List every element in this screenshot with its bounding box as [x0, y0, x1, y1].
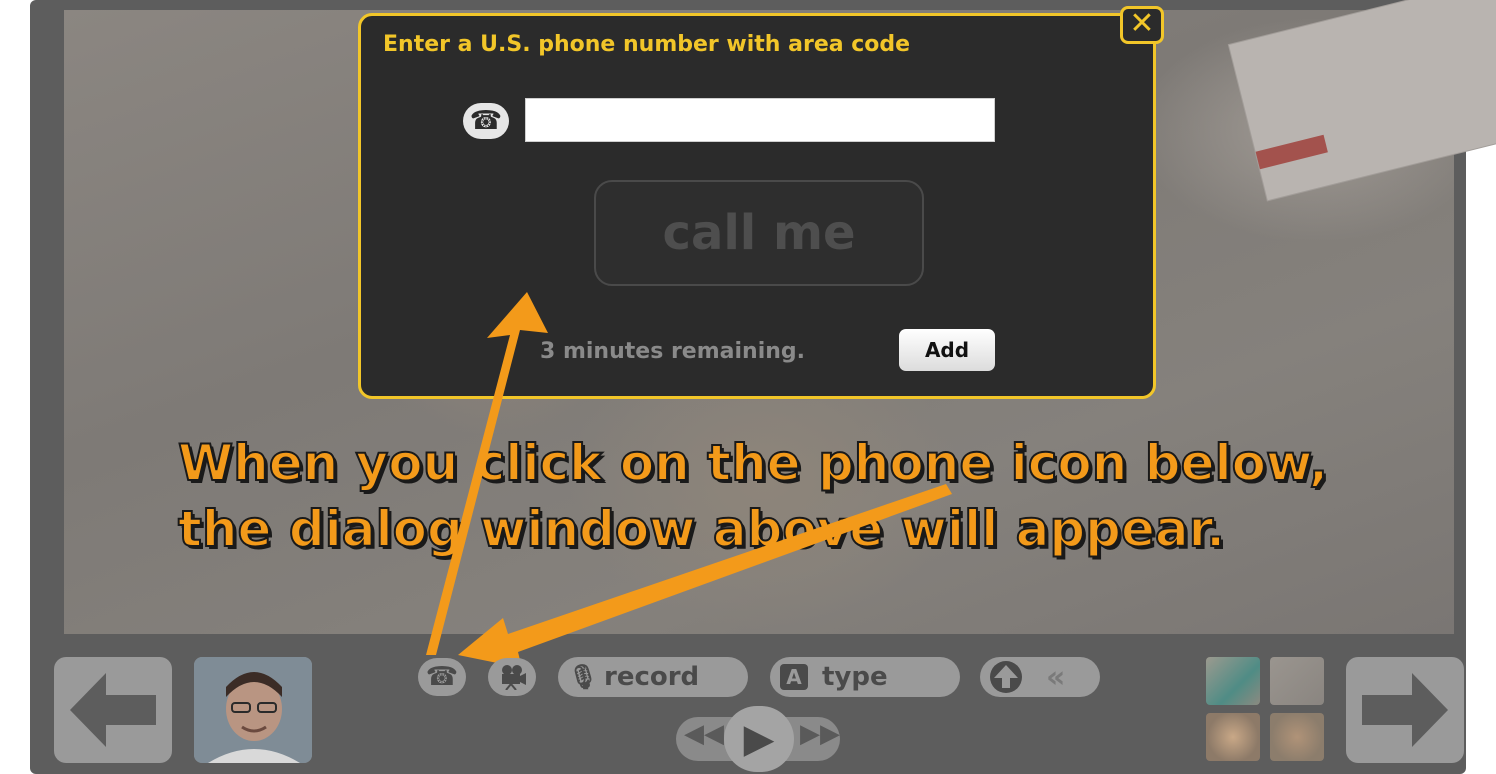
avatar-portrait: [194, 657, 312, 763]
arrow-to-dialog: [426, 292, 548, 655]
arrow-to-phone-icon: [458, 484, 952, 668]
upload-button[interactable]: [984, 660, 1028, 694]
thumbnail-2[interactable]: [1270, 657, 1324, 705]
record-label: record: [604, 662, 700, 692]
type-label: type: [822, 662, 888, 692]
record-button[interactable]: 🎙 record: [558, 657, 748, 697]
play-button[interactable]: ▶: [724, 706, 794, 772]
rewind-button[interactable]: ◀◀: [684, 719, 724, 749]
thumbnail-1[interactable]: [1206, 657, 1260, 705]
thumbnail-3[interactable]: [1206, 713, 1260, 761]
upload-arrow-icon: [990, 661, 1022, 693]
type-icon: A: [780, 664, 808, 690]
previous-button[interactable]: [54, 657, 172, 763]
phone-call-button[interactable]: ☎: [418, 658, 466, 696]
collapse-button[interactable]: «: [1046, 660, 1065, 695]
phone-icon: ☎: [425, 662, 459, 692]
right-arrow-icon: [1362, 673, 1448, 747]
microphone-icon: 🎙: [568, 663, 599, 691]
fast-forward-button[interactable]: ▶▶: [800, 719, 840, 749]
video-button[interactable]: [488, 658, 536, 696]
avatar[interactable]: [194, 657, 312, 763]
thumbnail-4[interactable]: [1270, 713, 1324, 761]
upload-collapse-group: «: [980, 657, 1100, 697]
video-camera-icon: [502, 665, 526, 690]
type-button[interactable]: A type: [770, 657, 960, 697]
left-arrow-icon: [70, 673, 156, 747]
next-button[interactable]: [1346, 657, 1464, 763]
